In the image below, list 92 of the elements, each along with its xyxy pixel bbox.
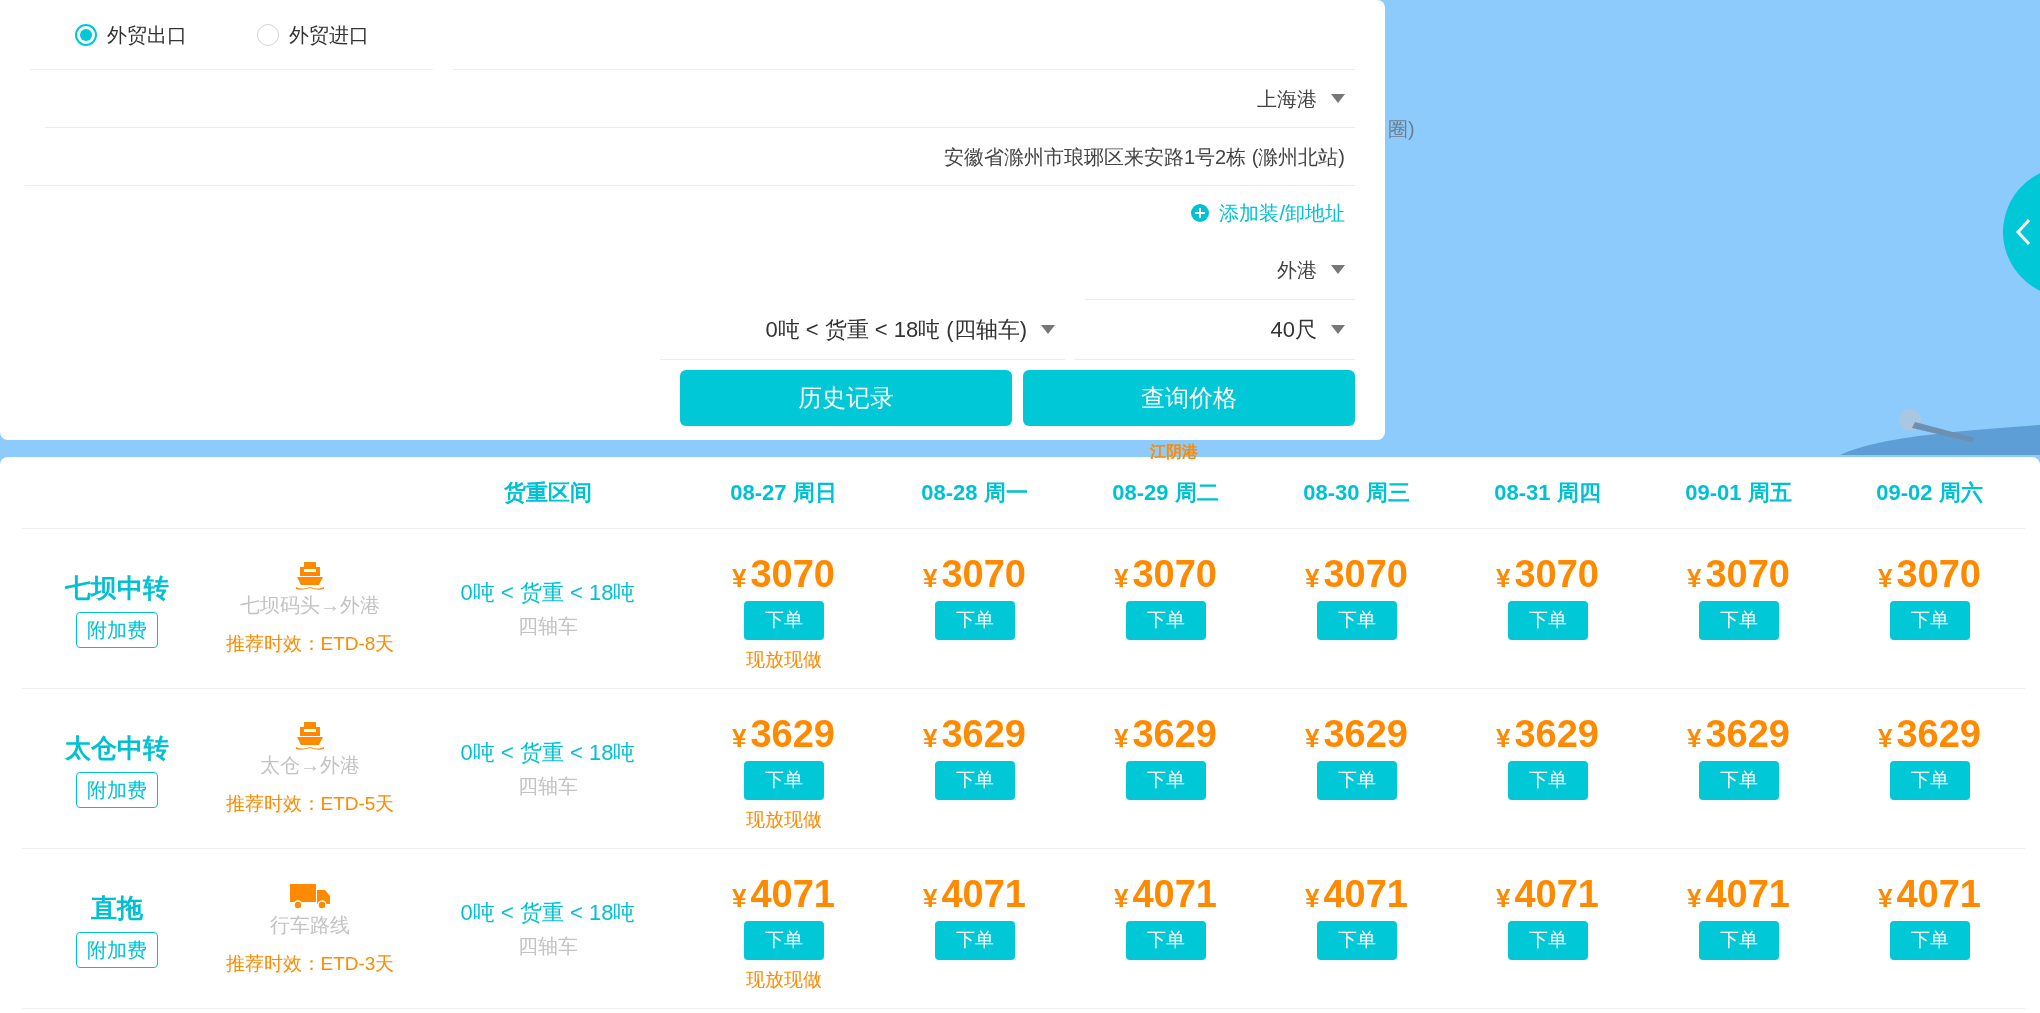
column-header: 货重区间 — [504, 479, 592, 507]
order-button[interactable]: 下单 — [743, 761, 824, 800]
price: ¥3070 — [923, 555, 1026, 593]
price: ¥3070 — [1687, 555, 1790, 593]
price: ¥3070 — [1114, 555, 1217, 593]
weight-range: 0吨 < 货重 < 18吨 — [460, 579, 636, 607]
order-button[interactable]: 下单 — [743, 921, 824, 960]
price: ¥4071 — [1878, 875, 1981, 913]
column-header: 09-01 周五 — [1685, 479, 1792, 507]
order-button[interactable]: 下单 — [743, 601, 824, 640]
vehicle-type: 四轴车 — [518, 774, 578, 799]
column-header: 08-31 周四 — [1494, 479, 1601, 507]
vehicle-type: 四轴车 — [518, 614, 578, 639]
truck-icon — [289, 882, 331, 911]
surcharge-tag[interactable]: 附加费 — [76, 932, 158, 968]
order-button[interactable]: 下单 — [1889, 761, 1970, 800]
order-button[interactable]: 下单 — [1889, 921, 1970, 960]
etd-text: 推荐时效：ETD-3天 — [225, 952, 395, 977]
route-path: 太仓→外港 — [260, 753, 360, 779]
availability-note: 现放现做 — [745, 648, 822, 672]
price: ¥3070 — [732, 555, 835, 593]
caret-icon — [1331, 94, 1345, 103]
order-button[interactable]: 下单 — [934, 761, 1015, 800]
price: ¥3629 — [1687, 715, 1790, 753]
column-header: 08-27 周日 — [730, 479, 837, 507]
price: ¥3629 — [923, 715, 1026, 753]
plus-circle-icon — [1191, 204, 1210, 222]
route-path: 行车路线 — [270, 913, 350, 939]
map-label: 圈) — [1388, 117, 1415, 142]
order-button[interactable]: 下单 — [1125, 761, 1206, 800]
address-field[interactable]: 安徽省滁州市琅琊区来安路1号2栋 (滁州北站) — [25, 128, 1355, 186]
price: ¥3070 — [1496, 555, 1599, 593]
order-button[interactable]: 下单 — [934, 601, 1015, 640]
order-button[interactable]: 下单 — [934, 921, 1015, 960]
price: ¥3629 — [1114, 715, 1217, 753]
price: ¥4071 — [1687, 875, 1790, 913]
column-header: 08-30 周三 — [1303, 479, 1410, 507]
availability-note: 现放现做 — [745, 808, 822, 832]
weight-range: 0吨 < 货重 < 18吨 — [460, 899, 636, 927]
weight-range: 0吨 < 货重 < 18吨 — [460, 739, 636, 767]
order-button[interactable]: 下单 — [1316, 601, 1397, 640]
column-header: 08-28 周一 — [921, 479, 1028, 507]
price: ¥3070 — [1878, 555, 1981, 593]
caret-icon — [1331, 265, 1345, 274]
order-button[interactable]: 下单 — [1698, 921, 1779, 960]
order-button[interactable]: 下单 — [1507, 921, 1588, 960]
route-name: 七坝中转 — [65, 572, 169, 605]
history-button[interactable]: 历史记录 — [680, 370, 1012, 426]
order-button[interactable]: 下单 — [1316, 921, 1397, 960]
price: ¥3629 — [1305, 715, 1408, 753]
order-button[interactable]: 下单 — [1698, 761, 1779, 800]
price: ¥4071 — [1496, 875, 1599, 913]
caret-icon — [1331, 325, 1345, 334]
order-button[interactable]: 下单 — [1125, 921, 1206, 960]
route-path: 七坝码头→外港 — [240, 593, 380, 619]
route-name: 太仓中转 — [65, 732, 169, 765]
order-button[interactable]: 下单 — [1125, 601, 1206, 640]
price: ¥4071 — [732, 875, 835, 913]
surcharge-tag[interactable]: 附加费 — [76, 612, 158, 648]
price: ¥4071 — [923, 875, 1026, 913]
column-header: 08-29 周二 — [1112, 479, 1219, 507]
port-select[interactable]: 上海港 — [45, 70, 1355, 128]
destination-select[interactable]: 外港 — [1085, 240, 1355, 300]
order-button[interactable]: 下单 — [1507, 601, 1588, 640]
order-button[interactable]: 下单 — [1507, 761, 1588, 800]
etd-text: 推荐时效：ETD-8天 — [225, 632, 395, 657]
route-name: 直拖 — [91, 892, 143, 925]
availability-note: 现放现做 — [745, 968, 822, 992]
order-button[interactable]: 下单 — [1316, 761, 1397, 800]
container-size-select[interactable]: 40尺 — [1075, 300, 1355, 360]
price: ¥3070 — [1305, 555, 1408, 593]
radio-option[interactable]: 外贸出口 — [75, 19, 187, 50]
price: ¥4071 — [1305, 875, 1408, 913]
price: ¥4071 — [1114, 875, 1217, 913]
price: ¥3629 — [1496, 715, 1599, 753]
query-price-button[interactable]: 查询价格 — [1023, 370, 1355, 426]
chevron-left-icon — [2015, 218, 2031, 246]
ship-icon — [294, 720, 326, 751]
order-button[interactable]: 下单 — [1889, 601, 1970, 640]
column-header: 09-02 周六 — [1876, 479, 1983, 507]
ship-icon — [294, 560, 326, 591]
caret-icon — [1041, 325, 1055, 334]
surcharge-tag[interactable]: 附加费 — [76, 772, 158, 808]
radio-option[interactable]: 外贸进口 — [257, 19, 369, 50]
vehicle-type: 四轴车 — [518, 934, 578, 959]
etd-text: 推荐时效：ETD-5天 — [225, 792, 395, 817]
map-label: 江阴港 — [1150, 442, 1198, 462]
order-button[interactable]: 下单 — [1698, 601, 1779, 640]
weight-select[interactable]: 0吨 < 货重 < 18吨 (四轴车) — [660, 300, 1065, 360]
price: ¥3629 — [732, 715, 835, 753]
price: ¥3629 — [1878, 715, 1981, 753]
add-address-link[interactable]: 添加装/卸地址 — [1191, 198, 1345, 228]
